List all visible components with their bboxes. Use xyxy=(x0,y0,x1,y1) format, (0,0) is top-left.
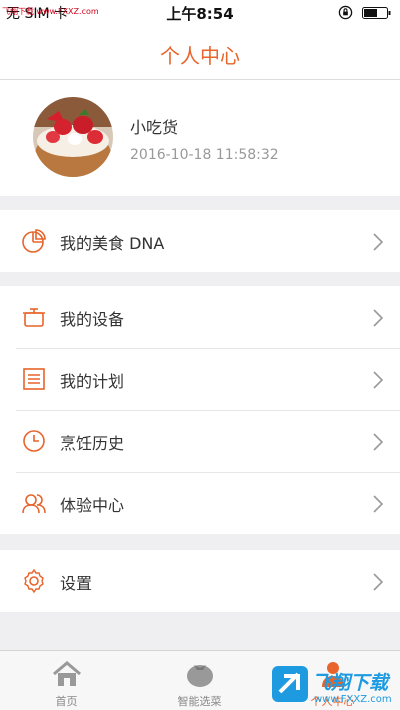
avatar[interactable] xyxy=(33,97,113,177)
avatar-image xyxy=(33,97,113,177)
menu-item-label: 体验中心 xyxy=(60,496,125,515)
menu-item-label: 设置 xyxy=(60,574,93,593)
chevron-right-icon xyxy=(373,573,384,591)
clock-icon xyxy=(23,430,45,452)
menu-item-label: 我的计划 xyxy=(60,372,125,391)
gear-icon xyxy=(24,568,44,594)
chevron-right-icon xyxy=(373,233,384,251)
menu-item-label: 烹饪历史 xyxy=(60,434,125,453)
login-timestamp: 2016-10-18 11:58:32 xyxy=(130,147,279,163)
chevron-right-icon xyxy=(373,309,384,327)
notebook-icon xyxy=(23,368,45,390)
section-settings: 设置 xyxy=(0,550,400,612)
tab-label: 首页 xyxy=(55,695,78,708)
menu-item-label: 我的美食 DNA xyxy=(60,234,165,253)
menu-item-cooking-history[interactable]: 烹饪历史 xyxy=(0,410,400,472)
profile-card[interactable]: 小吃货 2016-10-18 11:58:32 xyxy=(0,80,400,196)
username: 小吃货 xyxy=(130,118,179,137)
watermark-stamp: 飞翔下载 www.FXXZ.com xyxy=(270,662,400,710)
tab-smart-recipes[interactable]: 智能选菜 xyxy=(133,651,266,710)
menu-item-experience-center[interactable]: 体验中心 xyxy=(0,472,400,534)
nav-bar: 个人中心 xyxy=(0,26,400,80)
chevron-right-icon xyxy=(373,371,384,389)
page-title: 个人中心 xyxy=(160,44,240,68)
pie-chart-icon xyxy=(22,229,46,253)
watermark-title: 飞翔下载 xyxy=(312,672,389,694)
home-icon xyxy=(52,661,81,686)
tab-label: 智能选菜 xyxy=(177,695,222,708)
menu-item-settings[interactable]: 设置 xyxy=(0,550,400,612)
chevron-right-icon xyxy=(373,495,384,513)
people-icon xyxy=(22,494,46,514)
section-main-menu: 我的设备 我的计划 烹饪历史 体验中心 xyxy=(0,286,400,534)
chevron-right-icon xyxy=(373,433,384,451)
status-bar: 无 SIM 卡 飞翔下载 www.FXXZ.com 上午8:54 xyxy=(0,0,400,26)
menu-item-devices[interactable]: 我的设备 xyxy=(0,286,400,348)
menu-item-food-dna[interactable]: 我的美食 DNA xyxy=(0,210,400,272)
menu-item-plans[interactable]: 我的计划 xyxy=(0,348,400,410)
watermark-logo-icon xyxy=(272,666,308,702)
tab-home[interactable]: 首页 xyxy=(0,651,133,710)
pot-icon xyxy=(23,308,45,327)
menu-item-label: 我的设备 xyxy=(60,310,125,329)
section-dna: 我的美食 DNA xyxy=(0,210,400,272)
watermark-url: www.FXXZ.com xyxy=(314,694,392,705)
tomato-icon xyxy=(186,665,213,687)
rotation-lock-icon xyxy=(338,5,353,20)
battery-icon xyxy=(362,7,391,19)
